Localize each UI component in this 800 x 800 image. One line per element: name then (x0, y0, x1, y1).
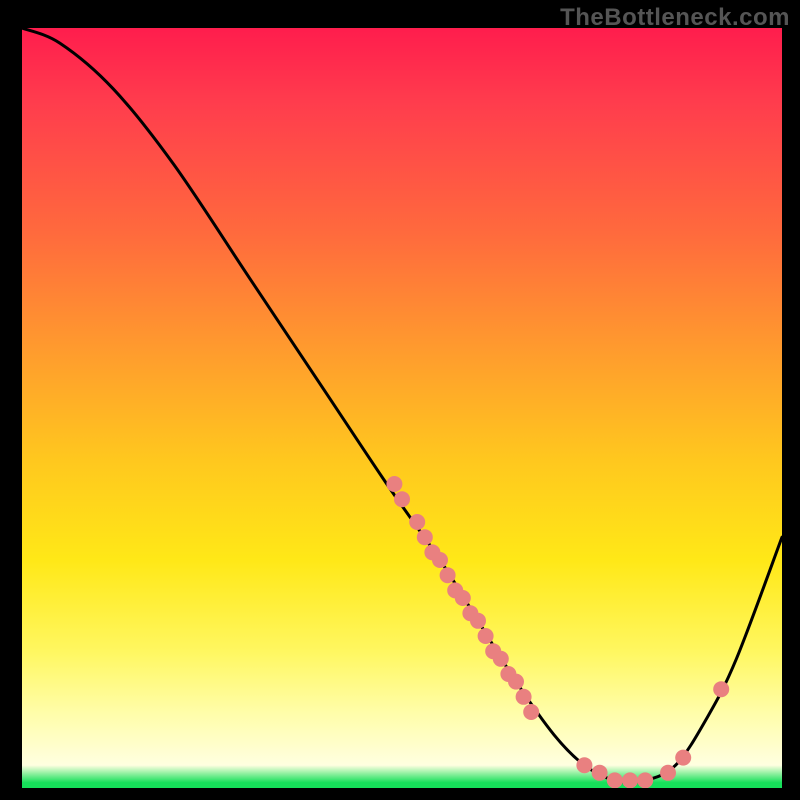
scatter-point (409, 514, 425, 530)
scatter-point (713, 681, 729, 697)
watermark-text: TheBottleneck.com (560, 4, 790, 32)
scatter-points (386, 476, 729, 788)
scatter-point (386, 476, 402, 492)
scatter-point (493, 651, 509, 667)
curve-layer (22, 28, 782, 788)
bottleneck-curve (22, 28, 782, 782)
scatter-point (455, 590, 471, 606)
scatter-point (417, 529, 433, 545)
scatter-point (516, 689, 532, 705)
plot-area (22, 28, 782, 788)
scatter-point (485, 643, 501, 659)
chart-stage: TheBottleneck.com (0, 0, 800, 800)
scatter-point (508, 674, 524, 690)
scatter-point (462, 605, 478, 621)
scatter-point (523, 704, 539, 720)
scatter-point (576, 757, 592, 773)
scatter-point (447, 582, 463, 598)
scatter-point (637, 772, 653, 788)
scatter-point (432, 552, 448, 568)
scatter-point (440, 567, 456, 583)
scatter-point (675, 750, 691, 766)
scatter-point (500, 666, 516, 682)
scatter-point (470, 613, 486, 629)
scatter-point (622, 772, 638, 788)
scatter-point (607, 772, 623, 788)
scatter-point (478, 628, 494, 644)
scatter-point (394, 491, 410, 507)
scatter-point (660, 765, 676, 781)
scatter-point (592, 765, 608, 781)
scatter-point (424, 544, 440, 560)
